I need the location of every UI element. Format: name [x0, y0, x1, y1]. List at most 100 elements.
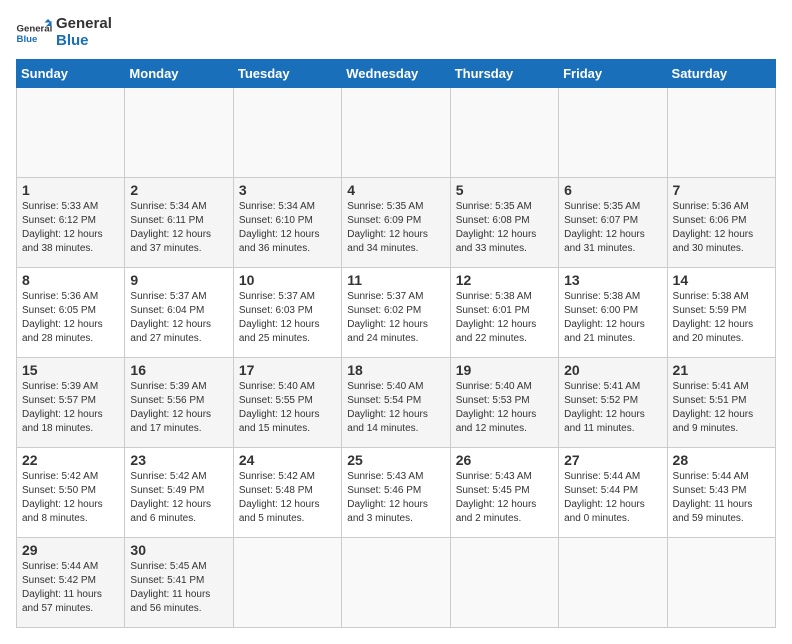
day-number: 13 — [564, 272, 661, 288]
calendar-day-cell: 10 Sunrise: 5:37 AM Sunset: 6:03 PM Dayl… — [233, 268, 341, 358]
day-number: 28 — [673, 452, 770, 468]
logo-general: General — [56, 16, 112, 33]
day-number: 19 — [456, 362, 553, 378]
day-number: 9 — [130, 272, 227, 288]
calendar-day-cell: 24 Sunrise: 5:42 AM Sunset: 5:48 PM Dayl… — [233, 448, 341, 538]
calendar-day-cell: 30 Sunrise: 5:45 AM Sunset: 5:41 PM Dayl… — [125, 538, 233, 628]
calendar-day-cell: 14 Sunrise: 5:38 AM Sunset: 5:59 PM Dayl… — [667, 268, 775, 358]
day-number: 21 — [673, 362, 770, 378]
day-number: 29 — [22, 542, 119, 558]
day-number: 7 — [673, 182, 770, 198]
calendar-day-cell — [450, 538, 558, 628]
day-number: 16 — [130, 362, 227, 378]
calendar-day-cell — [559, 88, 667, 178]
calendar-day-cell: 26 Sunrise: 5:43 AM Sunset: 5:45 PM Dayl… — [450, 448, 558, 538]
calendar-day-cell — [17, 88, 125, 178]
calendar-day-cell — [342, 88, 450, 178]
day-info: Sunrise: 5:36 AM Sunset: 6:06 PM Dayligh… — [673, 200, 770, 256]
calendar-day-cell: 11 Sunrise: 5:37 AM Sunset: 6:02 PM Dayl… — [342, 268, 450, 358]
day-number: 1 — [22, 182, 119, 198]
day-info: Sunrise: 5:40 AM Sunset: 5:54 PM Dayligh… — [347, 380, 444, 436]
calendar-day-cell: 25 Sunrise: 5:43 AM Sunset: 5:46 PM Dayl… — [342, 448, 450, 538]
day-number: 17 — [239, 362, 336, 378]
day-info: Sunrise: 5:42 AM Sunset: 5:48 PM Dayligh… — [239, 470, 336, 526]
day-info: Sunrise: 5:45 AM Sunset: 5:41 PM Dayligh… — [130, 560, 227, 616]
day-info: Sunrise: 5:44 AM Sunset: 5:44 PM Dayligh… — [564, 470, 661, 526]
calendar-week-row: 1 Sunrise: 5:33 AM Sunset: 6:12 PM Dayli… — [17, 178, 776, 268]
day-info: Sunrise: 5:34 AM Sunset: 6:11 PM Dayligh… — [130, 200, 227, 256]
weekday-header: Sunday — [17, 60, 125, 88]
day-info: Sunrise: 5:42 AM Sunset: 5:49 PM Dayligh… — [130, 470, 227, 526]
day-number: 6 — [564, 182, 661, 198]
day-number: 30 — [130, 542, 227, 558]
day-info: Sunrise: 5:40 AM Sunset: 5:55 PM Dayligh… — [239, 380, 336, 436]
calendar-day-cell: 18 Sunrise: 5:40 AM Sunset: 5:54 PM Dayl… — [342, 358, 450, 448]
day-info: Sunrise: 5:44 AM Sunset: 5:42 PM Dayligh… — [22, 560, 119, 616]
day-number: 2 — [130, 182, 227, 198]
calendar-day-cell: 21 Sunrise: 5:41 AM Sunset: 5:51 PM Dayl… — [667, 358, 775, 448]
day-number: 12 — [456, 272, 553, 288]
calendar-day-cell — [667, 538, 775, 628]
header-row: SundayMondayTuesdayWednesdayThursdayFrid… — [17, 60, 776, 88]
svg-text:Blue: Blue — [17, 33, 38, 44]
day-info: Sunrise: 5:35 AM Sunset: 6:08 PM Dayligh… — [456, 200, 553, 256]
day-number: 11 — [347, 272, 444, 288]
calendar-day-cell: 27 Sunrise: 5:44 AM Sunset: 5:44 PM Dayl… — [559, 448, 667, 538]
weekday-header: Friday — [559, 60, 667, 88]
calendar-day-cell: 22 Sunrise: 5:42 AM Sunset: 5:50 PM Dayl… — [17, 448, 125, 538]
calendar-day-cell — [125, 88, 233, 178]
day-number: 18 — [347, 362, 444, 378]
calendar-day-cell: 16 Sunrise: 5:39 AM Sunset: 5:56 PM Dayl… — [125, 358, 233, 448]
calendar-week-row: 29 Sunrise: 5:44 AM Sunset: 5:42 PM Dayl… — [17, 538, 776, 628]
calendar-day-cell: 9 Sunrise: 5:37 AM Sunset: 6:04 PM Dayli… — [125, 268, 233, 358]
day-number: 22 — [22, 452, 119, 468]
weekday-header: Saturday — [667, 60, 775, 88]
day-info: Sunrise: 5:38 AM Sunset: 5:59 PM Dayligh… — [673, 290, 770, 346]
day-info: Sunrise: 5:39 AM Sunset: 5:57 PM Dayligh… — [22, 380, 119, 436]
calendar-day-cell: 6 Sunrise: 5:35 AM Sunset: 6:07 PM Dayli… — [559, 178, 667, 268]
weekday-header: Tuesday — [233, 60, 341, 88]
day-info: Sunrise: 5:42 AM Sunset: 5:50 PM Dayligh… — [22, 470, 119, 526]
day-number: 14 — [673, 272, 770, 288]
day-info: Sunrise: 5:33 AM Sunset: 6:12 PM Dayligh… — [22, 200, 119, 256]
logo-icon: General Blue — [16, 19, 52, 47]
svg-text:General: General — [17, 23, 53, 34]
day-number: 3 — [239, 182, 336, 198]
calendar-day-cell: 12 Sunrise: 5:38 AM Sunset: 6:01 PM Dayl… — [450, 268, 558, 358]
day-number: 20 — [564, 362, 661, 378]
day-number: 25 — [347, 452, 444, 468]
calendar-day-cell: 5 Sunrise: 5:35 AM Sunset: 6:08 PM Dayli… — [450, 178, 558, 268]
day-info: Sunrise: 5:34 AM Sunset: 6:10 PM Dayligh… — [239, 200, 336, 256]
calendar-week-row — [17, 88, 776, 178]
calendar-day-cell — [233, 538, 341, 628]
day-number: 24 — [239, 452, 336, 468]
calendar-day-cell: 1 Sunrise: 5:33 AM Sunset: 6:12 PM Dayli… — [17, 178, 125, 268]
day-number: 4 — [347, 182, 444, 198]
day-number: 15 — [22, 362, 119, 378]
calendar-day-cell — [342, 538, 450, 628]
day-info: Sunrise: 5:37 AM Sunset: 6:04 PM Dayligh… — [130, 290, 227, 346]
day-info: Sunrise: 5:43 AM Sunset: 5:46 PM Dayligh… — [347, 470, 444, 526]
day-number: 23 — [130, 452, 227, 468]
calendar-day-cell: 23 Sunrise: 5:42 AM Sunset: 5:49 PM Dayl… — [125, 448, 233, 538]
calendar-day-cell — [233, 88, 341, 178]
calendar-week-row: 15 Sunrise: 5:39 AM Sunset: 5:57 PM Dayl… — [17, 358, 776, 448]
calendar-day-cell: 19 Sunrise: 5:40 AM Sunset: 5:53 PM Dayl… — [450, 358, 558, 448]
calendar-day-cell: 13 Sunrise: 5:38 AM Sunset: 6:00 PM Dayl… — [559, 268, 667, 358]
day-number: 27 — [564, 452, 661, 468]
calendar-day-cell: 29 Sunrise: 5:44 AM Sunset: 5:42 PM Dayl… — [17, 538, 125, 628]
calendar-day-cell — [559, 538, 667, 628]
day-info: Sunrise: 5:35 AM Sunset: 6:07 PM Dayligh… — [564, 200, 661, 256]
calendar-day-cell — [667, 88, 775, 178]
day-info: Sunrise: 5:35 AM Sunset: 6:09 PM Dayligh… — [347, 200, 444, 256]
calendar-week-row: 8 Sunrise: 5:36 AM Sunset: 6:05 PM Dayli… — [17, 268, 776, 358]
calendar-day-cell — [450, 88, 558, 178]
weekday-header: Wednesday — [342, 60, 450, 88]
weekday-header: Monday — [125, 60, 233, 88]
day-info: Sunrise: 5:41 AM Sunset: 5:51 PM Dayligh… — [673, 380, 770, 436]
day-info: Sunrise: 5:37 AM Sunset: 6:02 PM Dayligh… — [347, 290, 444, 346]
day-info: Sunrise: 5:40 AM Sunset: 5:53 PM Dayligh… — [456, 380, 553, 436]
day-number: 10 — [239, 272, 336, 288]
calendar-week-row: 22 Sunrise: 5:42 AM Sunset: 5:50 PM Dayl… — [17, 448, 776, 538]
day-info: Sunrise: 5:37 AM Sunset: 6:03 PM Dayligh… — [239, 290, 336, 346]
